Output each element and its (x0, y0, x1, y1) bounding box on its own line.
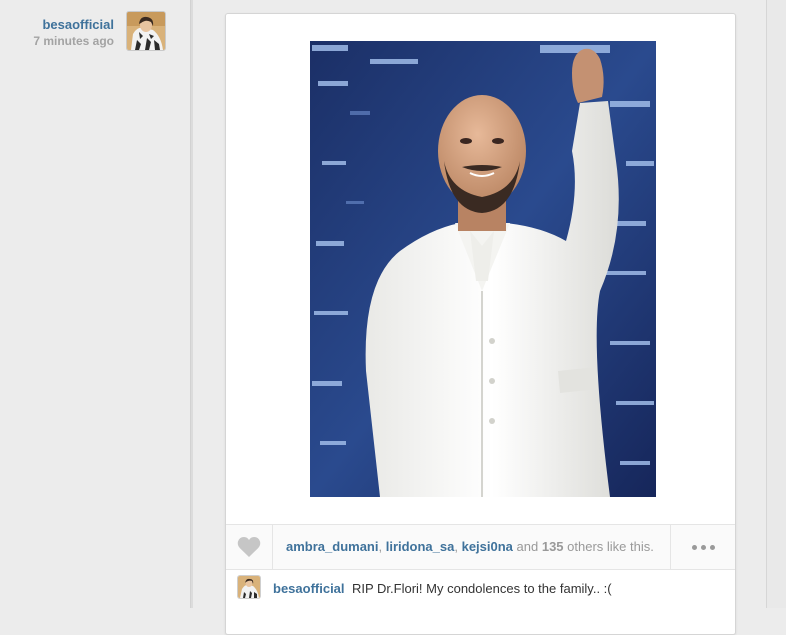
like-button[interactable] (226, 525, 273, 569)
likes-separator: , (378, 539, 386, 554)
right-strip (767, 0, 786, 608)
post-timestamp[interactable]: 7 minutes ago (33, 34, 114, 48)
more-options-icon (690, 544, 717, 550)
heart-icon (237, 537, 261, 557)
post-caption: besaofficial RIP Dr.Flori! My condolence… (236, 575, 726, 605)
likes-bar: ambra_dumani, liridona_sa, kejsi0na and … (226, 524, 735, 570)
caption-avatar[interactable] (238, 576, 260, 598)
liker-user-link[interactable]: kejsi0na (462, 539, 513, 554)
liker-user-link[interactable]: ambra_dumani (286, 539, 378, 554)
caption-text: RIP Dr.Flori! My condolences to the fami… (352, 581, 612, 596)
liker-user-link[interactable]: liridona_sa (386, 539, 455, 554)
left-gutter (0, 0, 190, 608)
post-card: ambra_dumani, liridona_sa, kejsi0na and … (225, 13, 736, 635)
column-divider (190, 0, 193, 608)
more-options-button[interactable] (670, 525, 735, 569)
post-author-name[interactable]: besaofficial (42, 17, 114, 32)
post-photo[interactable] (310, 41, 656, 497)
caption-username[interactable]: besaofficial (273, 581, 345, 596)
likes-count[interactable]: 135 (542, 539, 564, 554)
author-avatar[interactable] (127, 12, 165, 50)
likes-and: and (512, 539, 542, 554)
likes-separator: , (454, 539, 462, 554)
likes-summary: ambra_dumani, liridona_sa, kejsi0na and … (286, 539, 654, 554)
likes-suffix: others like this. (563, 539, 654, 554)
